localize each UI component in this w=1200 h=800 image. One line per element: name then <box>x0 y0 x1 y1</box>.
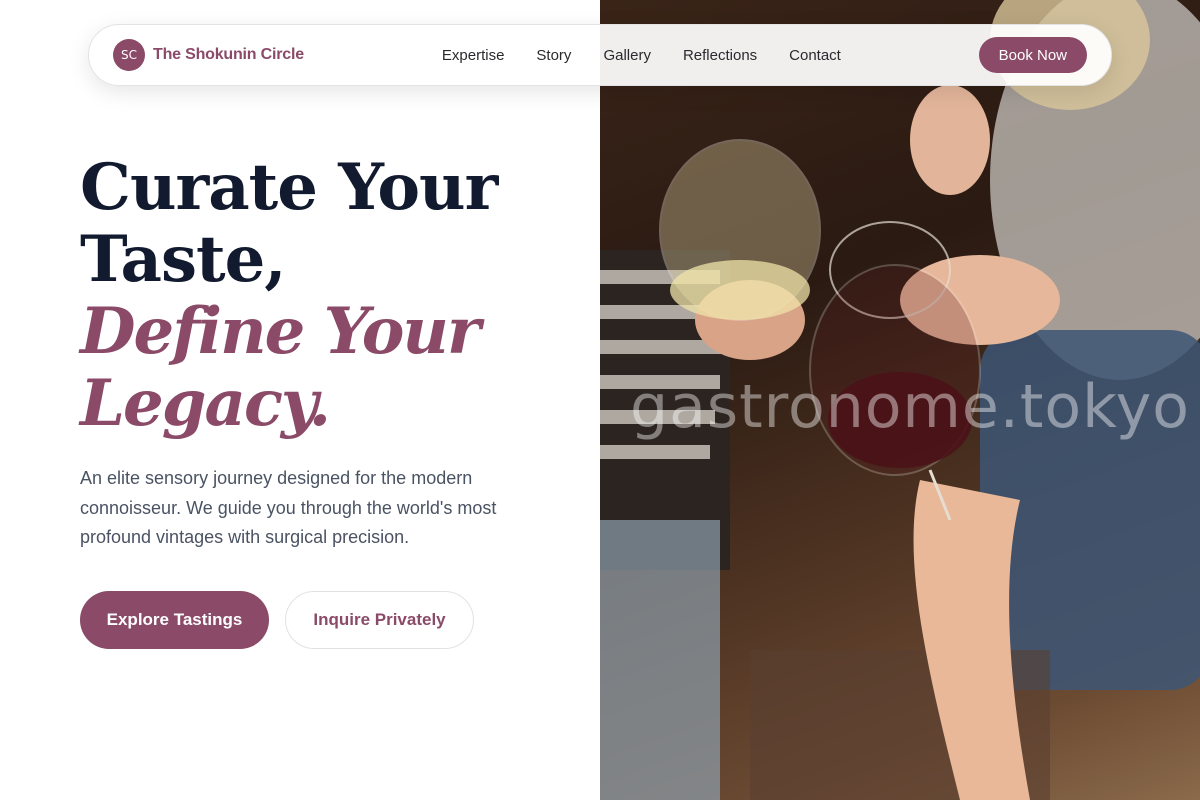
headline-line-2: Taste, <box>80 222 287 297</box>
explore-tastings-button[interactable]: Explore Tastings <box>80 591 269 649</box>
hero-headline: Curate Your Taste, Define Your Legacy. <box>80 152 600 440</box>
top-navigation-bar: SC The Shokunin Circle Expertise Story G… <box>88 24 1112 86</box>
brand-logo-link[interactable]: SC The Shokunin Circle <box>113 39 304 71</box>
nav-link-gallery[interactable]: Gallery <box>603 47 651 64</box>
hero-subtitle: An elite sensory journey designed for th… <box>80 468 497 547</box>
headline-accent-line-1: Define Your <box>80 294 481 369</box>
nav-links: Expertise Story Gallery Reflections Cont… <box>442 47 841 64</box>
nav-link-story[interactable]: Story <box>536 47 571 64</box>
logo-monogram-icon: SC <box>113 39 145 71</box>
nav-link-contact[interactable]: Contact <box>789 47 841 64</box>
inquire-privately-button[interactable]: Inquire Privately <box>285 591 474 649</box>
headline-line-1: Curate Your <box>80 150 498 225</box>
nav-link-expertise[interactable]: Expertise <box>442 47 505 64</box>
book-now-button[interactable]: Book Now <box>978 37 1087 73</box>
photo-watermark: gastronome.tokyo <box>630 372 1190 442</box>
brand-name: The Shokunin Circle <box>153 46 304 63</box>
headline-accent-line-2: Legacy. <box>80 366 331 441</box>
nav-link-reflections[interactable]: Reflections <box>683 47 757 64</box>
